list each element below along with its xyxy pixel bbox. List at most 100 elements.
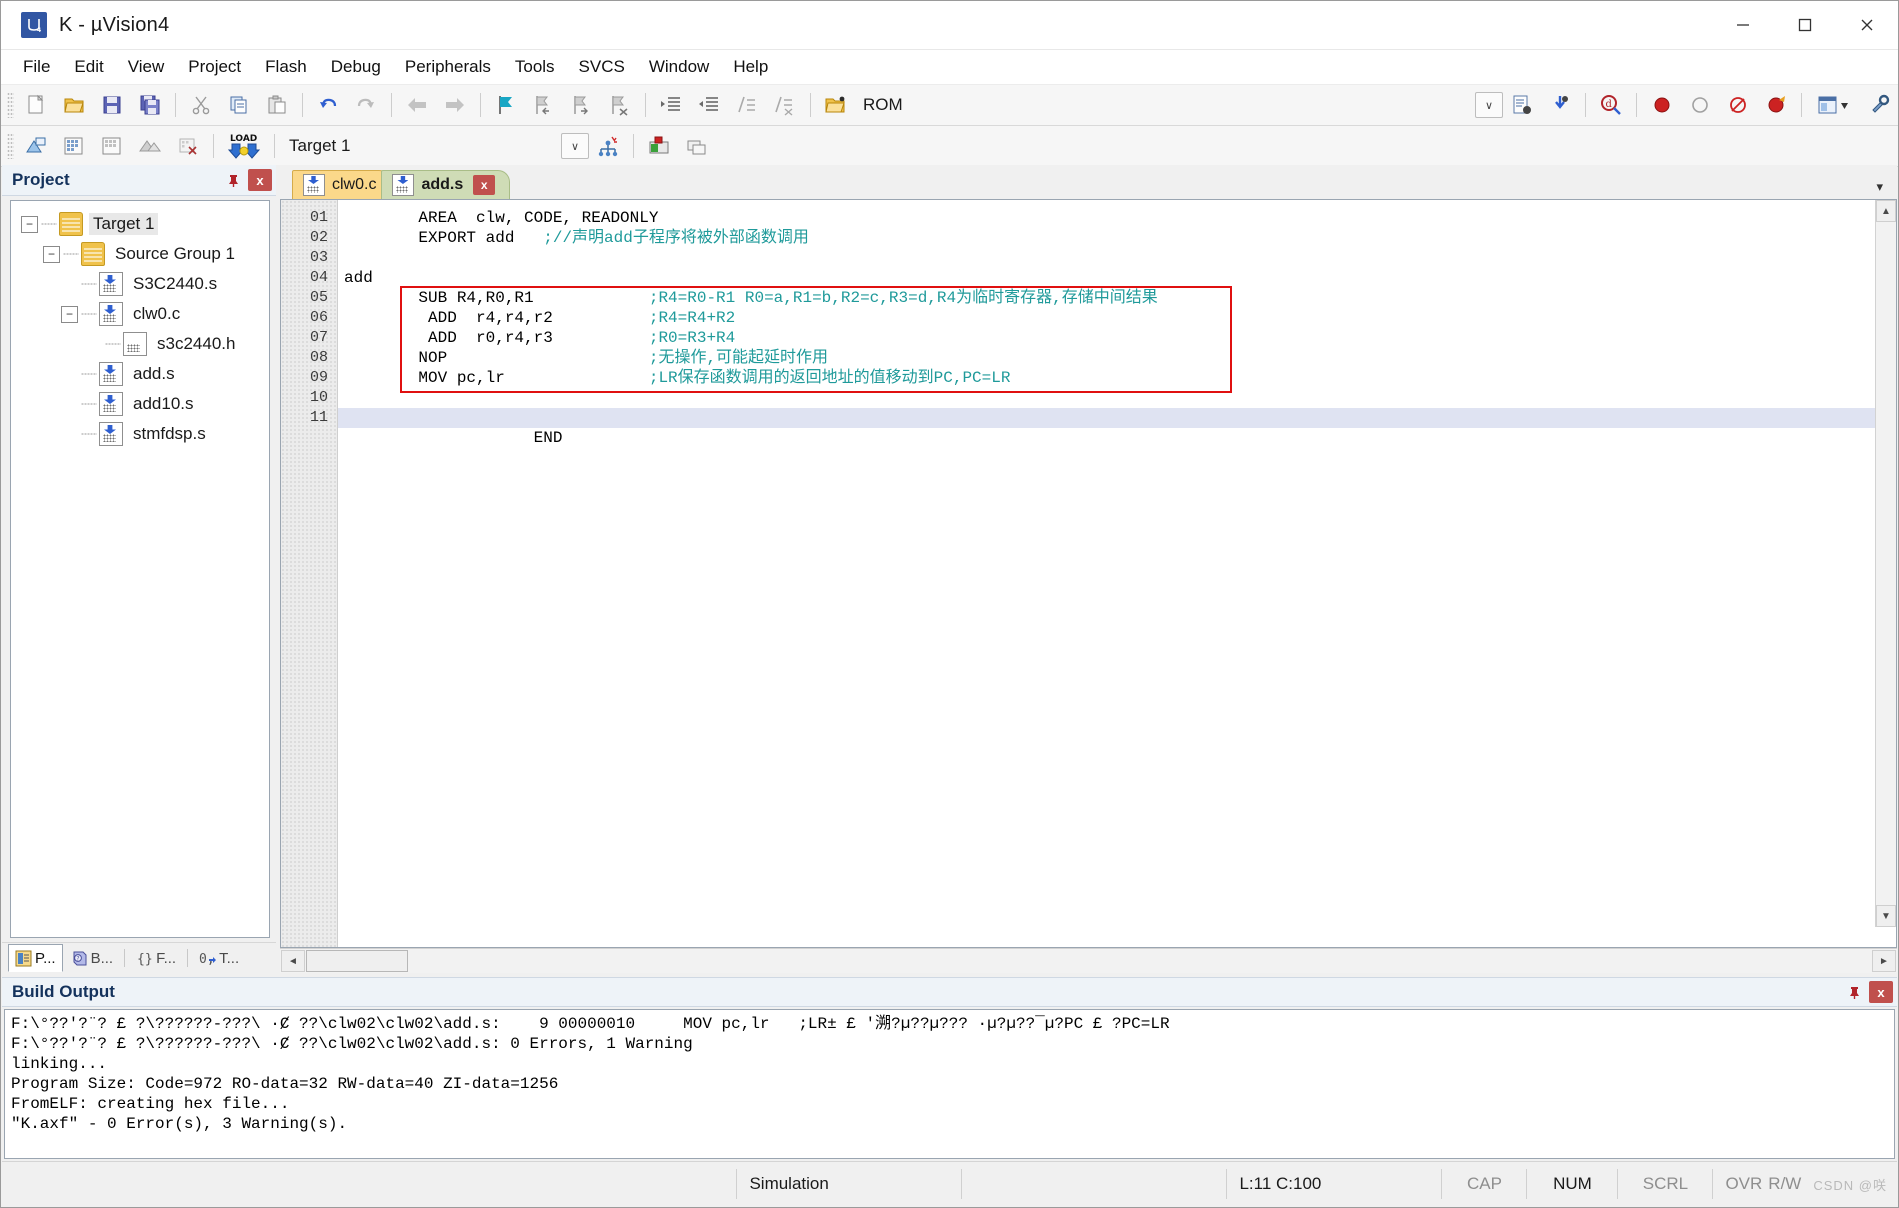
line-number: 02 — [309, 229, 328, 246]
expander-icon[interactable]: − — [61, 305, 78, 323]
breakpoint-icon[interactable] — [1644, 88, 1680, 122]
bookmark-toggle-icon[interactable] — [488, 88, 524, 122]
pin-icon[interactable] — [1843, 981, 1865, 1003]
navigate-back-icon[interactable] — [399, 88, 435, 122]
paste-icon[interactable] — [259, 88, 295, 122]
project-tree[interactable]: − Target 1 − Source Group 1 S3C2440.s − … — [10, 200, 270, 938]
insert-file-icon[interactable] — [1504, 88, 1540, 122]
scroll-up-icon[interactable]: ▲ — [1876, 200, 1896, 222]
build-output-text[interactable]: F:\°??'?¨? £ ?\??????-???\ ·Ȼ ??\clw02\c… — [4, 1009, 1895, 1159]
menu-flash[interactable]: Flash — [253, 53, 319, 81]
expander-icon[interactable]: − — [43, 245, 60, 263]
code-editor[interactable]: 01 02 03 04 05 06 07 08 09 10 11 AREA cl… — [280, 199, 1897, 948]
tab-books[interactable]: ? B... — [65, 945, 120, 971]
bookmark-clear-icon[interactable] — [602, 88, 638, 122]
expander-icon[interactable]: − — [21, 215, 38, 233]
h-scroll-thumb[interactable] — [306, 950, 408, 972]
target-options-icon[interactable] — [590, 129, 626, 163]
breakpoint-disable-icon[interactable] — [1682, 88, 1718, 122]
rebuild-icon[interactable] — [94, 129, 130, 163]
rom-field-label[interactable]: ROM — [855, 95, 911, 115]
menu-edit[interactable]: Edit — [62, 53, 115, 81]
manage-project-items-icon[interactable] — [641, 129, 677, 163]
close-button[interactable] — [1836, 1, 1898, 49]
line-number: 11 — [309, 409, 328, 426]
editor-tab-close-icon[interactable]: x — [473, 175, 496, 195]
stop-build-icon[interactable] — [170, 129, 206, 163]
build-output-header: Build Output x — [2, 977, 1897, 1007]
menu-file[interactable]: File — [11, 53, 62, 81]
target-dropdown-arrow[interactable]: ∨ — [561, 133, 589, 159]
editor-horizontal-scrollbar[interactable]: ◄ ► — [280, 948, 1897, 973]
navigate-forward-icon[interactable] — [437, 88, 473, 122]
tree-item-clw0-c[interactable]: − clw0.c — [15, 299, 265, 329]
tab-functions[interactable]: {} F... — [130, 945, 182, 971]
tree-item-add-s[interactable]: add.s — [15, 359, 265, 389]
tree-item-s3c2440-s[interactable]: S3C2440.s — [15, 269, 265, 299]
pin-icon[interactable] — [222, 169, 244, 191]
tree-item-target-1[interactable]: − Target 1 — [15, 209, 265, 239]
copy-icon[interactable] — [221, 88, 257, 122]
tab-project[interactable]: P... — [8, 944, 63, 972]
close-icon[interactable]: x — [248, 169, 272, 191]
code-text: END — [495, 429, 563, 447]
target-select[interactable]: Target 1 — [281, 133, 561, 159]
menu-view[interactable]: View — [116, 53, 177, 81]
rom-dropdown-arrow[interactable]: ∨ — [1475, 92, 1503, 118]
code-text-area[interactable]: AREA clw, CODE, READONLY EXPORT add ;//声… — [338, 200, 1896, 947]
editor-tab-add-s[interactable]: add.s x — [381, 170, 511, 199]
indent-icon[interactable] — [653, 88, 689, 122]
build-output-line: Program Size: Code=972 RO-data=32 RW-dat… — [11, 1075, 559, 1093]
minimize-button[interactable] — [1712, 1, 1774, 49]
header-file-icon — [123, 332, 147, 356]
tree-item-add10-s[interactable]: add10.s — [15, 389, 265, 419]
build-output-title: Build Output — [12, 982, 115, 1001]
maximize-button[interactable] — [1774, 1, 1836, 49]
download-icon[interactable]: LOAD — [221, 129, 267, 163]
batch-build-icon[interactable] — [132, 129, 168, 163]
editor-vertical-scrollbar[interactable]: ▲ ▼ — [1875, 200, 1896, 927]
menu-debug[interactable]: Debug — [319, 53, 393, 81]
multi-project-icon[interactable] — [679, 129, 715, 163]
tab-templates[interactable]: 0, T... — [193, 945, 245, 971]
bookmark-next-icon[interactable] — [564, 88, 600, 122]
disable-all-breakpoints-icon[interactable] — [1758, 88, 1794, 122]
tabstrip-overflow-icon[interactable]: ▾ — [1876, 179, 1883, 195]
menu-window[interactable]: Window — [637, 53, 721, 81]
scroll-right-icon[interactable]: ► — [1872, 950, 1896, 972]
editor-tab-label: clw0.c — [332, 176, 377, 193]
configure-icon[interactable] — [1542, 88, 1578, 122]
configure-target-icon[interactable] — [1861, 88, 1897, 122]
open-folder-icon[interactable] — [818, 88, 854, 122]
menu-peripherals[interactable]: Peripherals — [393, 53, 503, 81]
close-icon[interactable]: x — [1869, 981, 1893, 1003]
kill-breakpoints-icon[interactable] — [1720, 88, 1756, 122]
build-icon[interactable] — [56, 129, 92, 163]
bookmark-prev-icon[interactable] — [526, 88, 562, 122]
save-icon[interactable] — [94, 88, 130, 122]
redo-icon[interactable] — [348, 88, 384, 122]
menu-tools[interactable]: Tools — [503, 53, 567, 81]
menu-svcs[interactable]: SVCS — [567, 53, 637, 81]
undo-icon[interactable] — [310, 88, 346, 122]
translate-icon[interactable] — [18, 129, 54, 163]
find-in-files-icon[interactable]: d — [1593, 88, 1629, 122]
menu-help[interactable]: Help — [721, 53, 780, 81]
toolbar-grip[interactable] — [7, 133, 14, 159]
editor-tab-clw0-c[interactable]: clw0.c — [292, 170, 392, 199]
comment-icon[interactable] — [729, 88, 765, 122]
tree-item-source-group-1[interactable]: − Source Group 1 — [15, 239, 265, 269]
menu-project[interactable]: Project — [176, 53, 253, 81]
toolbar-grip[interactable] — [7, 92, 14, 118]
scroll-left-icon[interactable]: ◄ — [281, 950, 305, 972]
uncomment-icon[interactable] — [767, 88, 803, 122]
cut-icon[interactable] — [183, 88, 219, 122]
tree-item-s3c2440-h[interactable]: s3c2440.h — [15, 329, 265, 359]
scroll-down-icon[interactable]: ▼ — [1876, 905, 1896, 927]
new-file-icon[interactable] — [18, 88, 54, 122]
tree-item-stmfdsp-s[interactable]: stmfdsp.s — [15, 419, 265, 449]
save-all-icon[interactable] — [132, 88, 168, 122]
open-file-icon[interactable] — [56, 88, 92, 122]
window-layout-icon[interactable] — [1809, 88, 1859, 122]
outdent-icon[interactable] — [691, 88, 727, 122]
